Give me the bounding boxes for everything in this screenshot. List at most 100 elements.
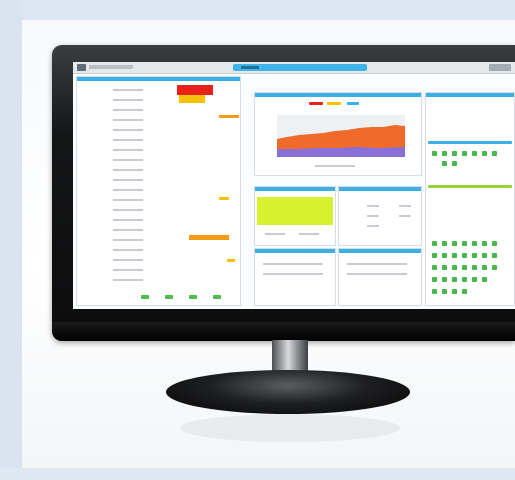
highlight-panel [254, 186, 336, 246]
status-indicator [452, 289, 457, 294]
background-top [0, 0, 515, 20]
background-bottom [0, 468, 515, 480]
table-row [113, 139, 143, 141]
chart-caption [315, 165, 355, 167]
table-row [265, 233, 285, 235]
table-row [113, 229, 143, 231]
panel-header [255, 93, 421, 97]
table-row [113, 129, 143, 131]
status-indicator [432, 241, 437, 246]
legend-item [347, 102, 359, 105]
title-tab-label [241, 66, 259, 69]
status-indicator [432, 151, 437, 156]
action-button[interactable] [189, 295, 197, 299]
left-table-panel [76, 76, 241, 306]
status-indicator [432, 253, 437, 258]
table-row [263, 273, 323, 275]
background-left [0, 0, 22, 480]
status-indicator [482, 241, 487, 246]
status-indicator [462, 151, 467, 156]
action-button[interactable] [213, 295, 221, 299]
action-button[interactable] [141, 295, 149, 299]
table-row [113, 199, 143, 201]
warning-cell [227, 259, 235, 262]
status-indicator [442, 151, 447, 156]
status-indicator [492, 241, 497, 246]
window-controls-icon[interactable] [489, 64, 511, 71]
monitor-stand-base [166, 370, 410, 414]
app-logo-icon [77, 64, 86, 71]
panel-header [255, 249, 335, 253]
table-row [347, 273, 407, 275]
status-indicator [452, 241, 457, 246]
title-tab[interactable] [233, 64, 367, 71]
table-row [113, 169, 143, 171]
action-button[interactable] [165, 295, 173, 299]
status-indicator [452, 265, 457, 270]
status-indicator [462, 253, 467, 258]
detail-panel [338, 186, 422, 246]
panel-header [255, 187, 335, 191]
status-indicator [452, 161, 457, 166]
table-row [113, 149, 143, 151]
status-indicator [432, 289, 437, 294]
legend-item [309, 102, 323, 105]
status-indicator [472, 265, 477, 270]
status-indicator [452, 151, 457, 156]
table-row [113, 189, 143, 191]
highlight-bar [428, 185, 512, 188]
panel-header [77, 77, 240, 81]
table-row [113, 119, 143, 121]
area-chart [277, 115, 405, 157]
table-row [113, 219, 143, 221]
status-indicator [482, 151, 487, 156]
table-row [113, 239, 143, 241]
warning-cell [219, 115, 239, 118]
table-row [367, 225, 379, 227]
status-indicator [472, 277, 477, 282]
legend-item [327, 102, 341, 105]
table-row [299, 233, 319, 235]
status-indicator [452, 277, 457, 282]
status-indicator [442, 241, 447, 246]
status-indicator [442, 277, 447, 282]
stand-reflection [180, 414, 400, 442]
app-titlebar [73, 62, 515, 74]
status-indicator [442, 289, 447, 294]
highlighted-cells [257, 197, 333, 225]
panel-header [339, 187, 421, 191]
table-row [113, 99, 143, 101]
status-indicator [442, 265, 447, 270]
table-row [263, 263, 323, 265]
panel-header [426, 93, 514, 97]
table-row [113, 209, 143, 211]
monitor-stand-neck [272, 340, 308, 374]
status-indicator [432, 265, 437, 270]
table-row [113, 259, 143, 261]
bottom-left-panel [254, 248, 336, 306]
warning-cell [179, 95, 205, 103]
status-panel [425, 92, 515, 306]
app-title [89, 65, 133, 69]
status-indicator [482, 253, 487, 258]
status-indicator [462, 277, 467, 282]
table-row [113, 159, 143, 161]
table-row [347, 263, 407, 265]
table-row [113, 89, 143, 91]
status-indicator [462, 289, 467, 294]
table-row [367, 205, 379, 207]
status-indicator [482, 277, 487, 282]
chart-panel [254, 92, 422, 176]
warning-cell [189, 235, 229, 240]
status-indicator [492, 151, 497, 156]
product-photo [0, 0, 515, 480]
status-indicator [472, 151, 477, 156]
bottom-right-panel [338, 248, 422, 306]
status-indicator [432, 277, 437, 282]
table-row [113, 269, 143, 271]
status-indicator [472, 253, 477, 258]
monitor-screen [73, 62, 515, 309]
alert-cell [177, 85, 213, 95]
table-row [113, 109, 143, 111]
table-row [367, 215, 379, 217]
